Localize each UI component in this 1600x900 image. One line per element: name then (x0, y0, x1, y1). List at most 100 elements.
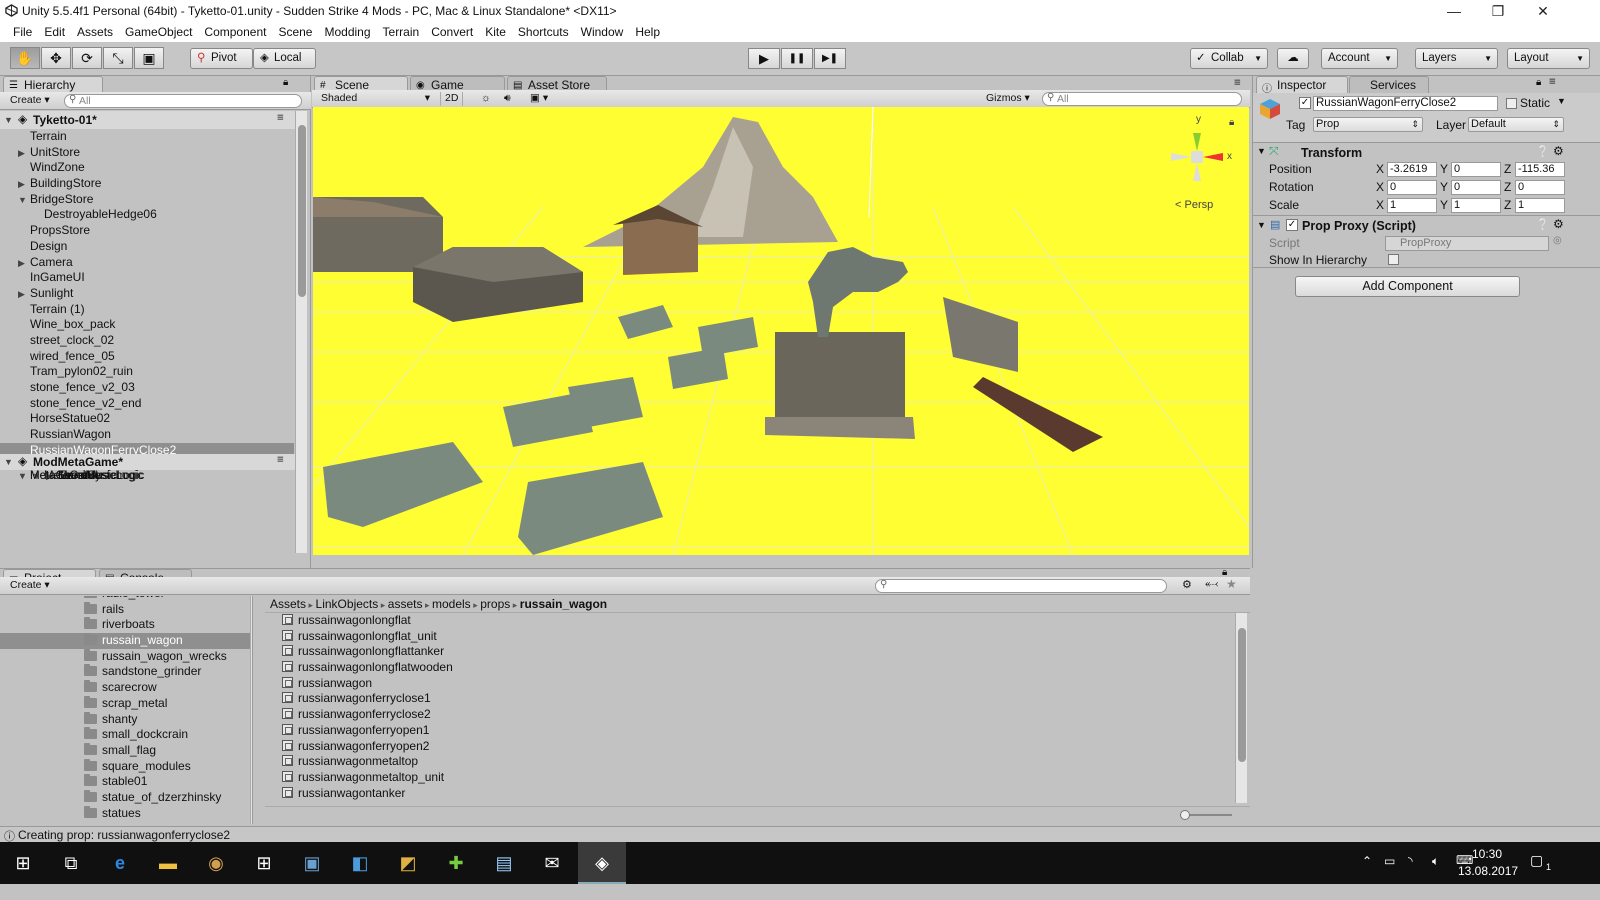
scene-viewport[interactable]: y x 🔒︎ < Persp (313, 107, 1249, 555)
asset-item[interactable]: russainwagonlongflatwooden (282, 660, 982, 676)
breadcrumb-item[interactable]: Assets (270, 597, 306, 611)
clock-date[interactable]: 13.08.2017 (1458, 864, 1518, 878)
scale-y-field[interactable]: 1 (1451, 198, 1501, 213)
active-checkbox[interactable]: ✓ (1299, 97, 1311, 109)
lock-icon[interactable]: 🔒︎ (283, 77, 288, 88)
hierarchy-item[interactable]: PropsStore (0, 223, 294, 239)
hierarchy-item[interactable]: Design (0, 239, 294, 255)
battery-icon[interactable]: ▭ (1384, 854, 1395, 868)
layer-dropdown[interactable]: Default ⇕ (1468, 117, 1564, 132)
collab-dropdown[interactable]: ✓ Collab ▼ (1190, 48, 1268, 69)
script-field[interactable]: PropProxy (1385, 236, 1549, 251)
volume-icon[interactable]: 🔈︎ (1432, 854, 1439, 869)
app-icon[interactable]: ◉ (203, 850, 229, 876)
project-folder-item[interactable]: shanty (0, 711, 252, 728)
wifi-icon[interactable]: ◝ (1408, 854, 1413, 868)
edge-icon[interactable]: e (107, 850, 133, 876)
object-name-field[interactable]: RussianWagonFerryClose2 (1313, 96, 1498, 111)
position-y-field[interactable]: 0 (1451, 162, 1501, 177)
breadcrumb-item[interactable]: assets (388, 597, 423, 611)
windows-start-icon[interactable]: ⊞ (10, 850, 36, 876)
app-icon[interactable]: ▤ (491, 850, 517, 876)
menu-item-assets[interactable]: Assets (71, 22, 119, 42)
show-in-hierarchy-checkbox[interactable] (1388, 254, 1399, 265)
asset-item[interactable]: russianwagonmetaltop (282, 754, 982, 770)
minimize-button[interactable]: — (1432, 0, 1476, 22)
persp-label[interactable]: < Persp (1175, 199, 1213, 211)
rotation-y-field[interactable]: 0 (1451, 180, 1501, 195)
chevron-down-icon[interactable]: ▼ (1257, 220, 1266, 230)
create-dropdown[interactable]: Create ▾ (6, 94, 54, 108)
chevron-down-icon[interactable]: ▼ (18, 193, 27, 209)
menu-icon[interactable]: ≡ (1234, 77, 1241, 89)
asset-item[interactable]: russianwagonferryclose2 (282, 707, 982, 723)
project-folder-item[interactable]: rails (0, 601, 252, 618)
hierarchy-item[interactable]: Tram_pylon02_ruin (0, 364, 294, 380)
hierarchy-item[interactable]: street_clock_02 (0, 333, 294, 349)
hierarchy-item[interactable]: Terrain (1) (0, 302, 294, 318)
pivot-toggle[interactable]: ⚲ Pivot (190, 48, 253, 69)
project-folder-item[interactable]: small_flag (0, 742, 252, 759)
tab-services[interactable]: Services (1349, 76, 1429, 93)
project-folder-item[interactable]: scarecrow (0, 680, 252, 696)
asset-item[interactable]: russianwagonferryclose1 (282, 691, 982, 707)
hierarchy-item[interactable]: HorseStatue02 (0, 411, 294, 427)
account-dropdown[interactable]: Account ▼ (1321, 48, 1398, 69)
project-folder-item[interactable]: russain_wagon (0, 633, 252, 649)
app-icon[interactable]: ◩ (395, 850, 421, 876)
breadcrumb-item[interactable]: props (480, 597, 510, 611)
move-tool-button[interactable]: ✥ (41, 47, 71, 69)
chevron-down-icon[interactable]: ▼ (4, 457, 13, 467)
unity-task-button[interactable]: ◈ (578, 842, 626, 884)
breadcrumb-item[interactable]: russain_wagon (520, 597, 607, 611)
chevron-down-icon[interactable]: ▼ (1557, 96, 1566, 106)
hierarchy-item[interactable]: stone_fence_v2_end (0, 396, 294, 412)
pause-button[interactable]: ❚❚ (781, 48, 813, 69)
chevron-right-icon[interactable]: ▶ (18, 146, 25, 162)
hierarchy-item[interactable]: ▶ BuildingStore (0, 176, 294, 192)
project-folder-item[interactable]: square_modules (0, 758, 252, 775)
asset-item[interactable]: russianwagonferryopen1 (282, 723, 982, 739)
hierarchy-item[interactable]: ▼ BridgeStore (0, 192, 294, 208)
rotation-z-field[interactable]: 0 (1515, 180, 1565, 195)
hierarchy-item[interactable]: Terrain (0, 129, 294, 145)
store-icon[interactable]: ⊞ (251, 850, 277, 876)
notification-icon[interactable]: ▢ (1530, 852, 1543, 869)
star-icon[interactable]: ★ (1226, 577, 1237, 591)
hierarchy-item[interactable]: ▶ Camera (0, 255, 294, 271)
menu-item-convert[interactable]: Convert (425, 22, 479, 42)
hierarchy-item[interactable]: ▶ Sunlight (0, 286, 294, 302)
asset-item[interactable]: russianwagonmetaltop_unit (282, 770, 982, 786)
project-folder-item[interactable]: stable01 (0, 774, 252, 790)
layers-dropdown[interactable]: Layers ▼ (1415, 48, 1498, 69)
lock-icon[interactable]: 🔒︎ (1536, 77, 1541, 88)
project-folder-item[interactable]: scrap_metal (0, 695, 252, 712)
layout-dropdown[interactable]: Layout ▼ (1507, 48, 1590, 69)
position-z-field[interactable]: -115.36 (1515, 162, 1565, 177)
menu-icon[interactable]: ≡ (1549, 76, 1556, 88)
target-icon[interactable]: ◎ (1553, 235, 1562, 246)
step-button[interactable]: ▶❚ (814, 48, 846, 69)
chevron-right-icon[interactable]: ▶ (18, 287, 25, 303)
clock-time[interactable]: 10:30 (1472, 847, 1502, 861)
tab-inspector[interactable]: ⓘ Inspector (1256, 76, 1348, 95)
rotation-x-field[interactable]: 0 (1387, 180, 1437, 195)
menu-item-shortcuts[interactable]: Shortcuts (512, 22, 575, 42)
breadcrumb-item[interactable]: models (432, 597, 471, 611)
scene-header-tyketto[interactable]: ▼ ◈ Tyketto-01* ≡ (0, 111, 300, 129)
local-toggle[interactable]: ◈ Local (253, 48, 316, 69)
scene-search[interactable]: All (1042, 92, 1242, 106)
menu-item-terrain[interactable]: Terrain (377, 22, 426, 42)
menu-item-component[interactable]: Component (198, 22, 272, 42)
2d-toggle[interactable]: 2D (440, 92, 464, 106)
cloud-button[interactable]: ☁ (1277, 48, 1309, 69)
project-folder-item[interactable]: small_dockcrain (0, 727, 252, 743)
hierarchy-item[interactable]: InGameUI (0, 270, 294, 286)
project-folder-item[interactable]: sandstone_grinder (0, 664, 252, 680)
menu-item-scene[interactable]: Scene (272, 22, 318, 42)
maximize-button[interactable]: ❐ (1476, 0, 1520, 22)
filter-type-icon[interactable]: ⚙ (1182, 578, 1192, 591)
scale-x-field[interactable]: 1 (1387, 198, 1437, 213)
asset-item[interactable]: russianwagonferryopen2 (282, 739, 982, 755)
menu-item-edit[interactable]: Edit (38, 22, 71, 42)
